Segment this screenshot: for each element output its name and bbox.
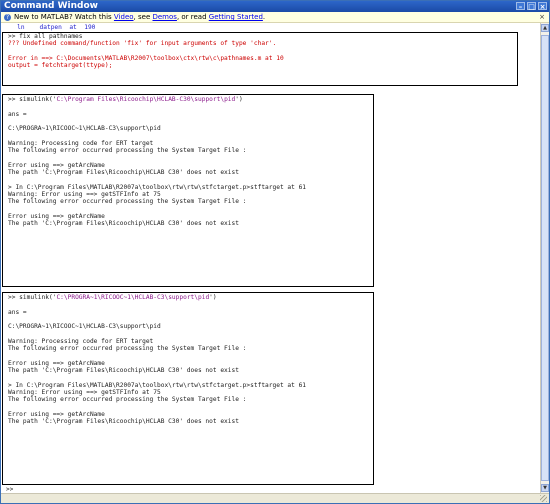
info-close-icon[interactable]: × [539, 12, 545, 22]
status-bar [1, 493, 549, 503]
getting-started-link[interactable]: Getting Started [209, 13, 263, 21]
error-line: output = fetchtarget(ttype); [8, 62, 113, 70]
warning-line: Warning: Processing code for ERT target [8, 337, 154, 345]
console-line: Error using ==> getArcName [8, 161, 105, 169]
scroll-up-icon[interactable]: ▲ [541, 24, 549, 32]
warning-line: The following error occurred processing … [8, 396, 247, 404]
resize-grip-icon[interactable] [540, 495, 547, 502]
console-line: The path 'C:\Program Files\Ricoochip\HCL… [8, 418, 239, 426]
console-line: C:\PROGRA~1\RICOOC~1\HCLAB-C3\support\pi… [8, 125, 161, 133]
window-controls: – □ × [516, 2, 547, 11]
console-line: Error using ==> getArcName [8, 410, 105, 418]
console-line: > In C:\Program Files\MATLAB\R2007a\tool… [8, 381, 307, 389]
highlight-box-1: >> fix all pathnames ??? Undefined comma… [2, 32, 518, 86]
scrollbar-thumb[interactable] [541, 35, 549, 481]
demos-link[interactable]: Demos [152, 13, 176, 21]
command-line: >> simulink('C:\Program Files\Ricoochip\… [8, 96, 243, 103]
console-output[interactable]: ln datpen at 190 >> fix all pathnames ??… [1, 23, 541, 493]
scroll-down-icon[interactable]: ▼ [541, 484, 549, 492]
help-icon: ? [4, 13, 11, 21]
console-line: Error using ==> getArcName [8, 359, 105, 367]
console-line: ans = [8, 308, 27, 316]
error-line: Error in ==> C:\Documents\MATLAB\R2007\t… [8, 54, 284, 62]
highlight-box-2: >> simulink('C:\Program Files\Ricoochip\… [2, 94, 374, 287]
title-bar: Command Window – □ × [1, 1, 549, 12]
console-line: Error using ==> getArcName [8, 212, 105, 220]
console-line: C:\PROGRA~1\RICOOC~1\HCLAB-C3\support\pi… [8, 323, 161, 331]
error-line: ??? Undefined command/function 'fix' for… [8, 40, 277, 48]
close-button[interactable]: × [538, 2, 547, 11]
info-text-mid2: , or read [176, 13, 209, 21]
warning-line: Warning: Processing code for ERT target [8, 139, 154, 147]
warning-line: Warning: Error using ==> getSTFInfo at 7… [8, 388, 161, 396]
info-text-end: . [262, 13, 266, 21]
warning-line: The following error occurred processing … [8, 345, 247, 353]
maximize-button[interactable]: □ [527, 2, 536, 11]
warning-line: The following error occurred processing … [8, 198, 247, 206]
console-line: ln datpen at 190 [6, 24, 96, 31]
info-text-start: New to MATLAB? Watch this [14, 13, 114, 21]
info-text-mid1: , see [133, 13, 153, 21]
video-link[interactable]: Video [114, 13, 134, 21]
console-line: > In C:\Program Files\MATLAB\R2007a\tool… [8, 183, 307, 191]
command-line: >> simulink('C:\PROGRA~1\RICOOC~1\HCLAB-… [8, 294, 217, 301]
console-line: The path 'C:\Program Files\Ricoochip\HCL… [8, 366, 239, 374]
info-bar: ? New to MATLAB? Watch this Video, see De… [1, 12, 549, 23]
console-line: The path 'C:\Program Files\Ricoochip\HCL… [8, 168, 239, 176]
warning-line: The following error occurred processing … [8, 147, 247, 155]
minimize-button[interactable]: – [516, 2, 525, 11]
command-window: Command Window – □ × ? New to MATLAB? Wat… [0, 0, 550, 504]
console-line: >> fix all pathnames [8, 33, 83, 40]
console-line: The path 'C:\Program Files\Ricoochip\HCL… [8, 220, 239, 228]
console-line: ans = [8, 110, 27, 118]
highlight-box-3: >> simulink('C:\PROGRA~1\RICOOC~1\HCLAB-… [2, 292, 374, 485]
warning-line: Warning: Error using ==> getSTFInfo at 7… [8, 190, 161, 198]
window-title: Command Window [4, 1, 98, 11]
vertical-scrollbar[interactable]: ▲ ▼ [540, 23, 549, 493]
